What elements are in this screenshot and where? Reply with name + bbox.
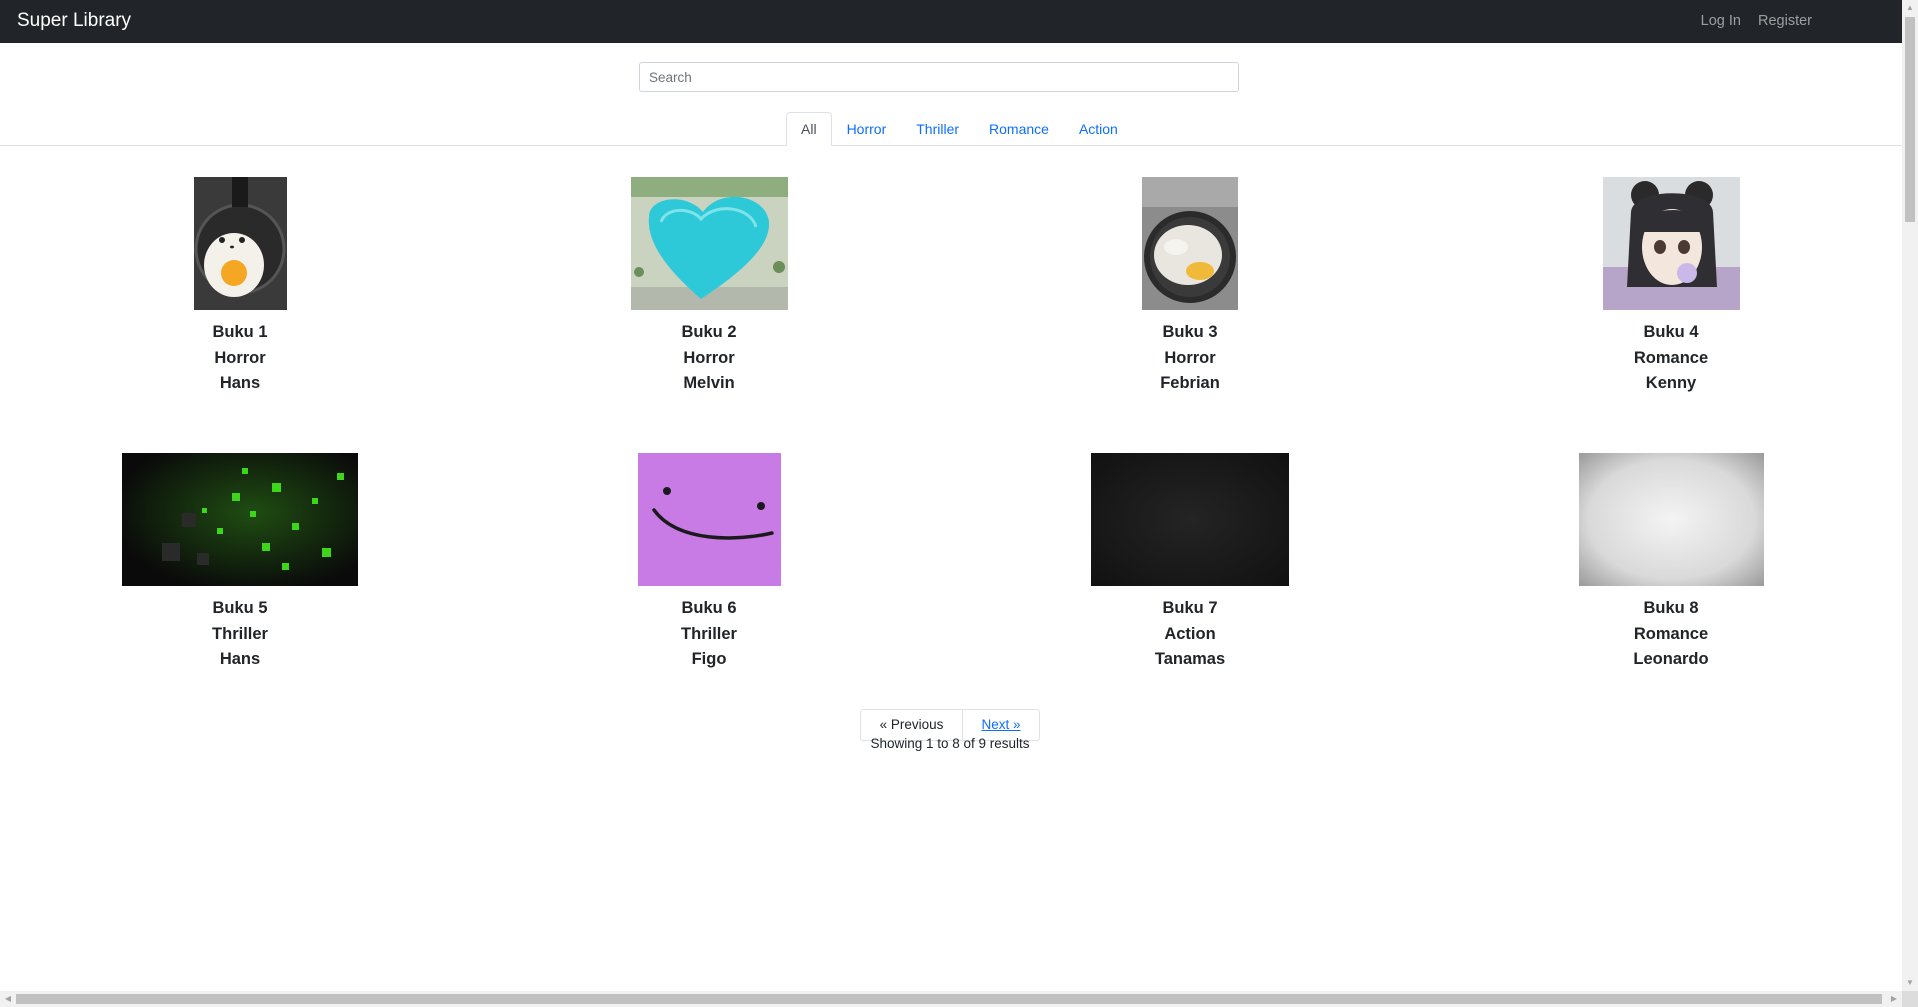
top-navbar: Super Library Log In Register: [0, 0, 1902, 43]
book-author: Kenny: [1645, 374, 1697, 392]
book-title: Buku 2: [681, 323, 737, 341]
auth-links: Log In Register: [1688, 13, 1812, 29]
book-cover-image: [630, 177, 788, 310]
book-genre: Horror: [683, 348, 735, 367]
book-author: Tanamas: [1154, 650, 1226, 668]
register-link[interactable]: Register: [1758, 13, 1812, 29]
book-genre: Horror: [1164, 348, 1216, 367]
vertical-scroll-thumb[interactable]: [1905, 17, 1915, 222]
horizontal-scrollbar[interactable]: ◀ ▶: [0, 991, 1902, 1007]
book-title: Buku 4: [1643, 323, 1699, 341]
book-author: Leonardo: [1633, 650, 1709, 668]
book-card[interactable]: Buku 1 Horror Hans: [0, 177, 480, 397]
book-cover-image: [1091, 453, 1289, 586]
book-cover-image: [1142, 177, 1238, 310]
vertical-scrollbar[interactable]: ▲ ▼: [1902, 0, 1918, 991]
genre-tabs: All Horror Thriller Romance Action: [786, 112, 1133, 146]
book-card[interactable]: Buku 3 Horror Febrian: [950, 177, 1430, 397]
book-cover-image: [122, 453, 358, 586]
tab-horror[interactable]: Horror: [832, 112, 902, 146]
book-title: Buku 1: [212, 323, 268, 341]
book-card[interactable]: Buku 7 Action Tanamas: [950, 453, 1430, 673]
search-input[interactable]: [639, 62, 1239, 92]
horizontal-scroll-thumb[interactable]: [16, 994, 1882, 1004]
tab-action[interactable]: Action: [1064, 112, 1133, 146]
book-card[interactable]: Buku 8 Romance Leonardo: [1431, 453, 1911, 673]
scroll-right-arrow-icon[interactable]: ▶: [1886, 991, 1902, 1007]
scroll-left-arrow-icon[interactable]: ◀: [0, 991, 16, 1007]
book-cover-image: [1602, 177, 1740, 310]
book-cover-image: [637, 453, 781, 586]
scroll-down-arrow-icon[interactable]: ▼: [1902, 975, 1918, 991]
book-author: Hans: [219, 374, 261, 392]
book-title: Buku 7: [1162, 599, 1218, 617]
book-author: Melvin: [683, 374, 735, 392]
book-title: Buku 5: [212, 599, 268, 617]
book-genre: Thriller: [212, 624, 268, 643]
book-cover-image: [193, 177, 287, 310]
book-genre: Romance: [1633, 624, 1709, 643]
book-card[interactable]: Buku 6 Thriller Figo: [469, 453, 949, 673]
book-author: Hans: [219, 650, 261, 668]
login-link[interactable]: Log In: [1701, 13, 1741, 29]
book-title: Buku 6: [681, 599, 737, 617]
book-author: Febrian: [1160, 374, 1220, 392]
book-genre: Horror: [214, 348, 266, 367]
book-card[interactable]: Buku 4 Romance Kenny: [1431, 177, 1911, 397]
book-title: Buku 3: [1162, 323, 1218, 341]
book-cover-image: [1578, 453, 1764, 586]
tab-romance[interactable]: Romance: [974, 112, 1064, 146]
book-genre: Thriller: [681, 624, 737, 643]
tab-all[interactable]: All: [786, 112, 832, 146]
scroll-up-arrow-icon[interactable]: ▲: [1902, 0, 1918, 16]
tab-thriller[interactable]: Thriller: [901, 112, 974, 146]
results-summary: Showing 1 to 8 of 9 results: [870, 736, 1030, 751]
book-author: Figo: [691, 650, 727, 668]
brand-link[interactable]: Super Library: [17, 10, 131, 32]
scrollbar-corner: [1902, 991, 1918, 1007]
book-card[interactable]: Buku 5 Thriller Hans: [0, 453, 480, 673]
book-title: Buku 8: [1643, 599, 1699, 617]
book-card[interactable]: Buku 2 Horror Melvin: [469, 177, 949, 397]
book-genre: Action: [1164, 624, 1216, 643]
book-genre: Romance: [1633, 348, 1709, 367]
